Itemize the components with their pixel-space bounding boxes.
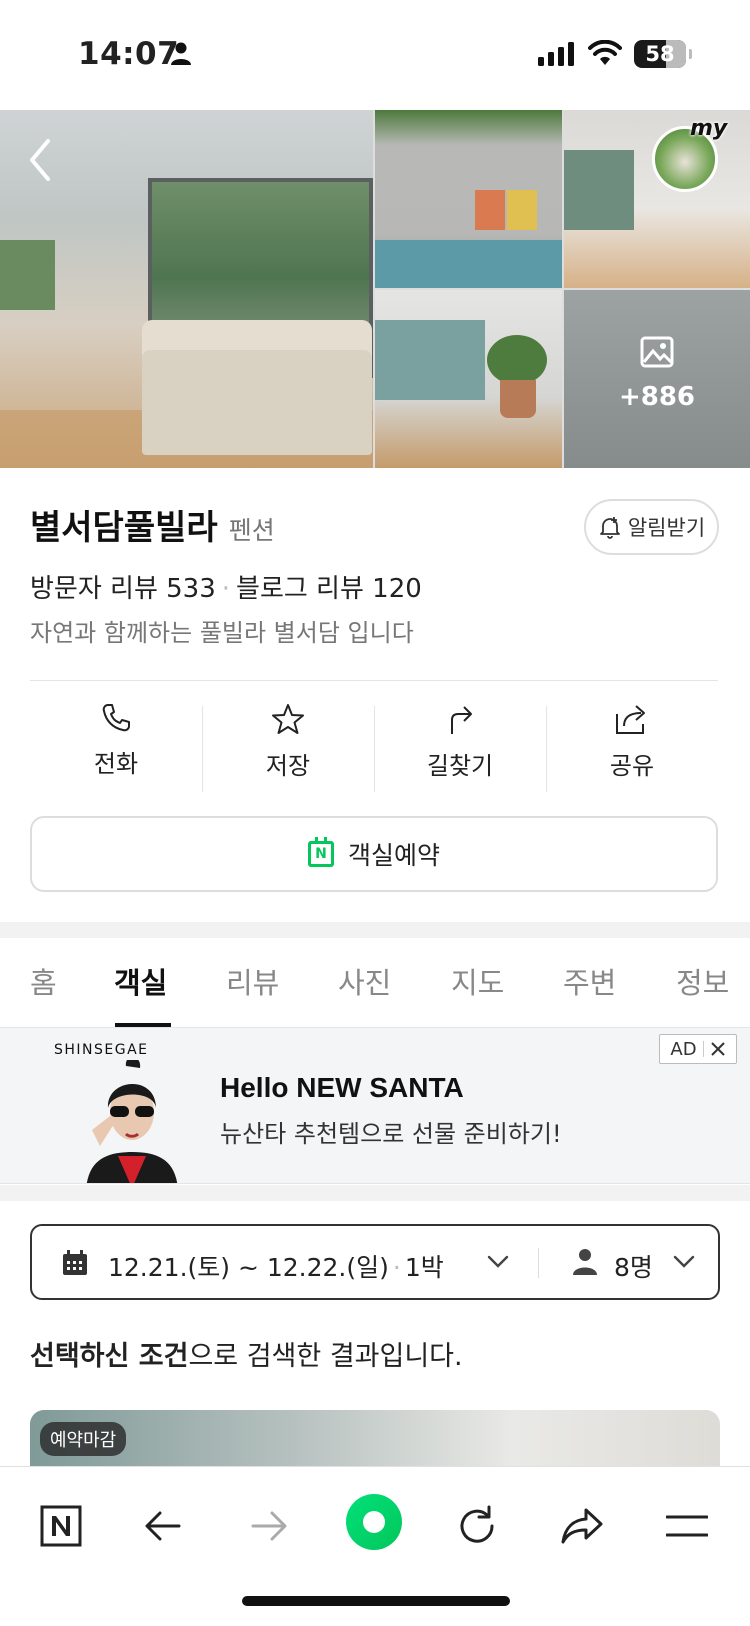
room-booking-button[interactable]: N 객실예약 [30, 816, 718, 892]
divider [30, 680, 718, 681]
booking-label: 객실예약 [347, 841, 440, 870]
place-description: 자연과 함께하는 풀빌라 별서담 입니다 [30, 619, 414, 647]
share-arrow-icon[interactable] [560, 1505, 604, 1547]
ad-badge[interactable]: AD [659, 1034, 737, 1064]
directions-button[interactable]: 길찾기 [374, 702, 546, 792]
action-label: 전화 [93, 750, 139, 778]
home-indicator[interactable] [242, 1596, 510, 1606]
action-row: 전화 저장 길찾기 공유 [30, 702, 718, 792]
tab-nearby[interactable]: 주변 [563, 960, 616, 1002]
guest-count[interactable]: 8명 [614, 1248, 653, 1284]
bell-plus-icon [599, 517, 620, 539]
blog-reviews-link[interactable]: 블로그 리뷰 120 [236, 574, 422, 604]
tab-map[interactable]: 지도 [451, 960, 504, 1002]
battery-indicator: 58 [634, 40, 686, 68]
ad-brand: SHINSEGAE [54, 1042, 149, 1058]
divider [538, 1248, 539, 1278]
action-label: 공유 [609, 752, 655, 780]
signal-icon [538, 42, 574, 66]
section-separator [0, 1185, 750, 1201]
phone-icon [102, 704, 130, 732]
tab-info[interactable]: 정보 [676, 960, 729, 1002]
date-range-text: 12.21.(토) ~ 12.22.(일) [108, 1253, 389, 1282]
nights-text: 1박 [404, 1253, 444, 1282]
photo-gallery[interactable]: +886 my [0, 110, 750, 468]
chevron-down-icon[interactable] [486, 1254, 510, 1270]
chevron-down-icon[interactable] [672, 1254, 696, 1270]
share-button[interactable]: 공유 [546, 702, 718, 792]
ad-banner[interactable]: SHINSEGAE Hello NEW SANTA 뉴산타 추천템으로 선물 준… [0, 1028, 750, 1184]
sold-out-badge: 예약마감 [40, 1422, 127, 1456]
date-range[interactable]: 12.21.(토) ~ 12.22.(일) · 1박 [108, 1248, 444, 1284]
review-counts: 방문자 리뷰 533 · 블로그 리뷰 120 [30, 568, 422, 605]
date-guest-selector: 12.21.(토) ~ 12.22.(일) · 1박 8명 [30, 1224, 720, 1300]
gallery-thumb-plant[interactable] [375, 290, 562, 468]
tab-bar: 홈 객실 리뷰 사진 지도 주변 정보 [0, 938, 750, 1028]
person-icon [171, 42, 191, 65]
alarm-button[interactable]: 알림받기 [584, 499, 719, 555]
gallery-thumb-pool[interactable] [375, 110, 562, 288]
place-category: 펜션 [228, 516, 275, 545]
battery-level: 58 [645, 42, 675, 66]
naver-green-dot-icon[interactable] [345, 1493, 403, 1551]
tab-reviews[interactable]: 리뷰 [226, 960, 279, 1002]
ad-subtext: 뉴산타 추천템으로 선물 준비하기! [220, 1120, 562, 1148]
star-icon [272, 704, 304, 734]
alarm-button-label: 알림받기 [627, 516, 706, 540]
search-result-text: 선택하신 조건으로 검색한 결과입니다. [30, 1334, 463, 1373]
place-name: 별서담풀빌라 [30, 508, 218, 548]
result-rest: 으로 검색한 결과입니다. [188, 1341, 463, 1372]
forward-arrow-icon[interactable] [250, 1505, 288, 1547]
naver-booking-icon: N [307, 837, 334, 867]
tab-rooms[interactable]: 객실 [114, 960, 167, 1002]
call-button[interactable]: 전화 [30, 702, 202, 792]
wifi-icon [588, 40, 622, 65]
result-bold: 선택하신 조건 [30, 1341, 189, 1372]
gallery-more-photos[interactable]: +886 [564, 290, 750, 468]
more-photos-count: +886 [618, 382, 696, 412]
ad-headline: Hello NEW SANTA [220, 1072, 464, 1103]
section-separator [0, 922, 750, 938]
gallery-main-photo[interactable] [0, 110, 373, 468]
battery-tip [689, 49, 692, 59]
room-card[interactable]: 예약마감 [30, 1410, 720, 1470]
menu-icon[interactable] [666, 1513, 708, 1539]
status-time: 14:07 [78, 36, 180, 72]
back-chevron-icon[interactable] [28, 138, 52, 182]
active-tab-indicator [115, 1023, 171, 1027]
ad-model-image [86, 1060, 178, 1183]
ad-label: AD [670, 1038, 697, 1060]
status-bar: 14:07 58 [0, 0, 750, 110]
photo-icon [640, 336, 674, 368]
calendar-icon [63, 1250, 87, 1275]
tab-home[interactable]: 홈 [30, 960, 57, 1002]
separator-dot: · [221, 574, 231, 604]
naver-home-icon[interactable] [40, 1505, 82, 1547]
directions-icon [451, 706, 472, 734]
share-icon [616, 705, 645, 734]
close-icon[interactable] [710, 1041, 726, 1057]
tab-photos[interactable]: 사진 [338, 960, 391, 1002]
visitor-reviews-link[interactable]: 방문자 리뷰 533 [30, 574, 216, 604]
my-label: my [690, 116, 728, 141]
back-arrow-icon[interactable] [144, 1505, 182, 1547]
save-button[interactable]: 저장 [202, 702, 374, 792]
action-label: 길찾기 [426, 752, 494, 780]
refresh-icon[interactable] [456, 1505, 498, 1547]
action-label: 저장 [265, 752, 311, 780]
user-icon [573, 1249, 597, 1275]
place-title-row: 별서담풀빌라 펜션 [30, 500, 275, 549]
